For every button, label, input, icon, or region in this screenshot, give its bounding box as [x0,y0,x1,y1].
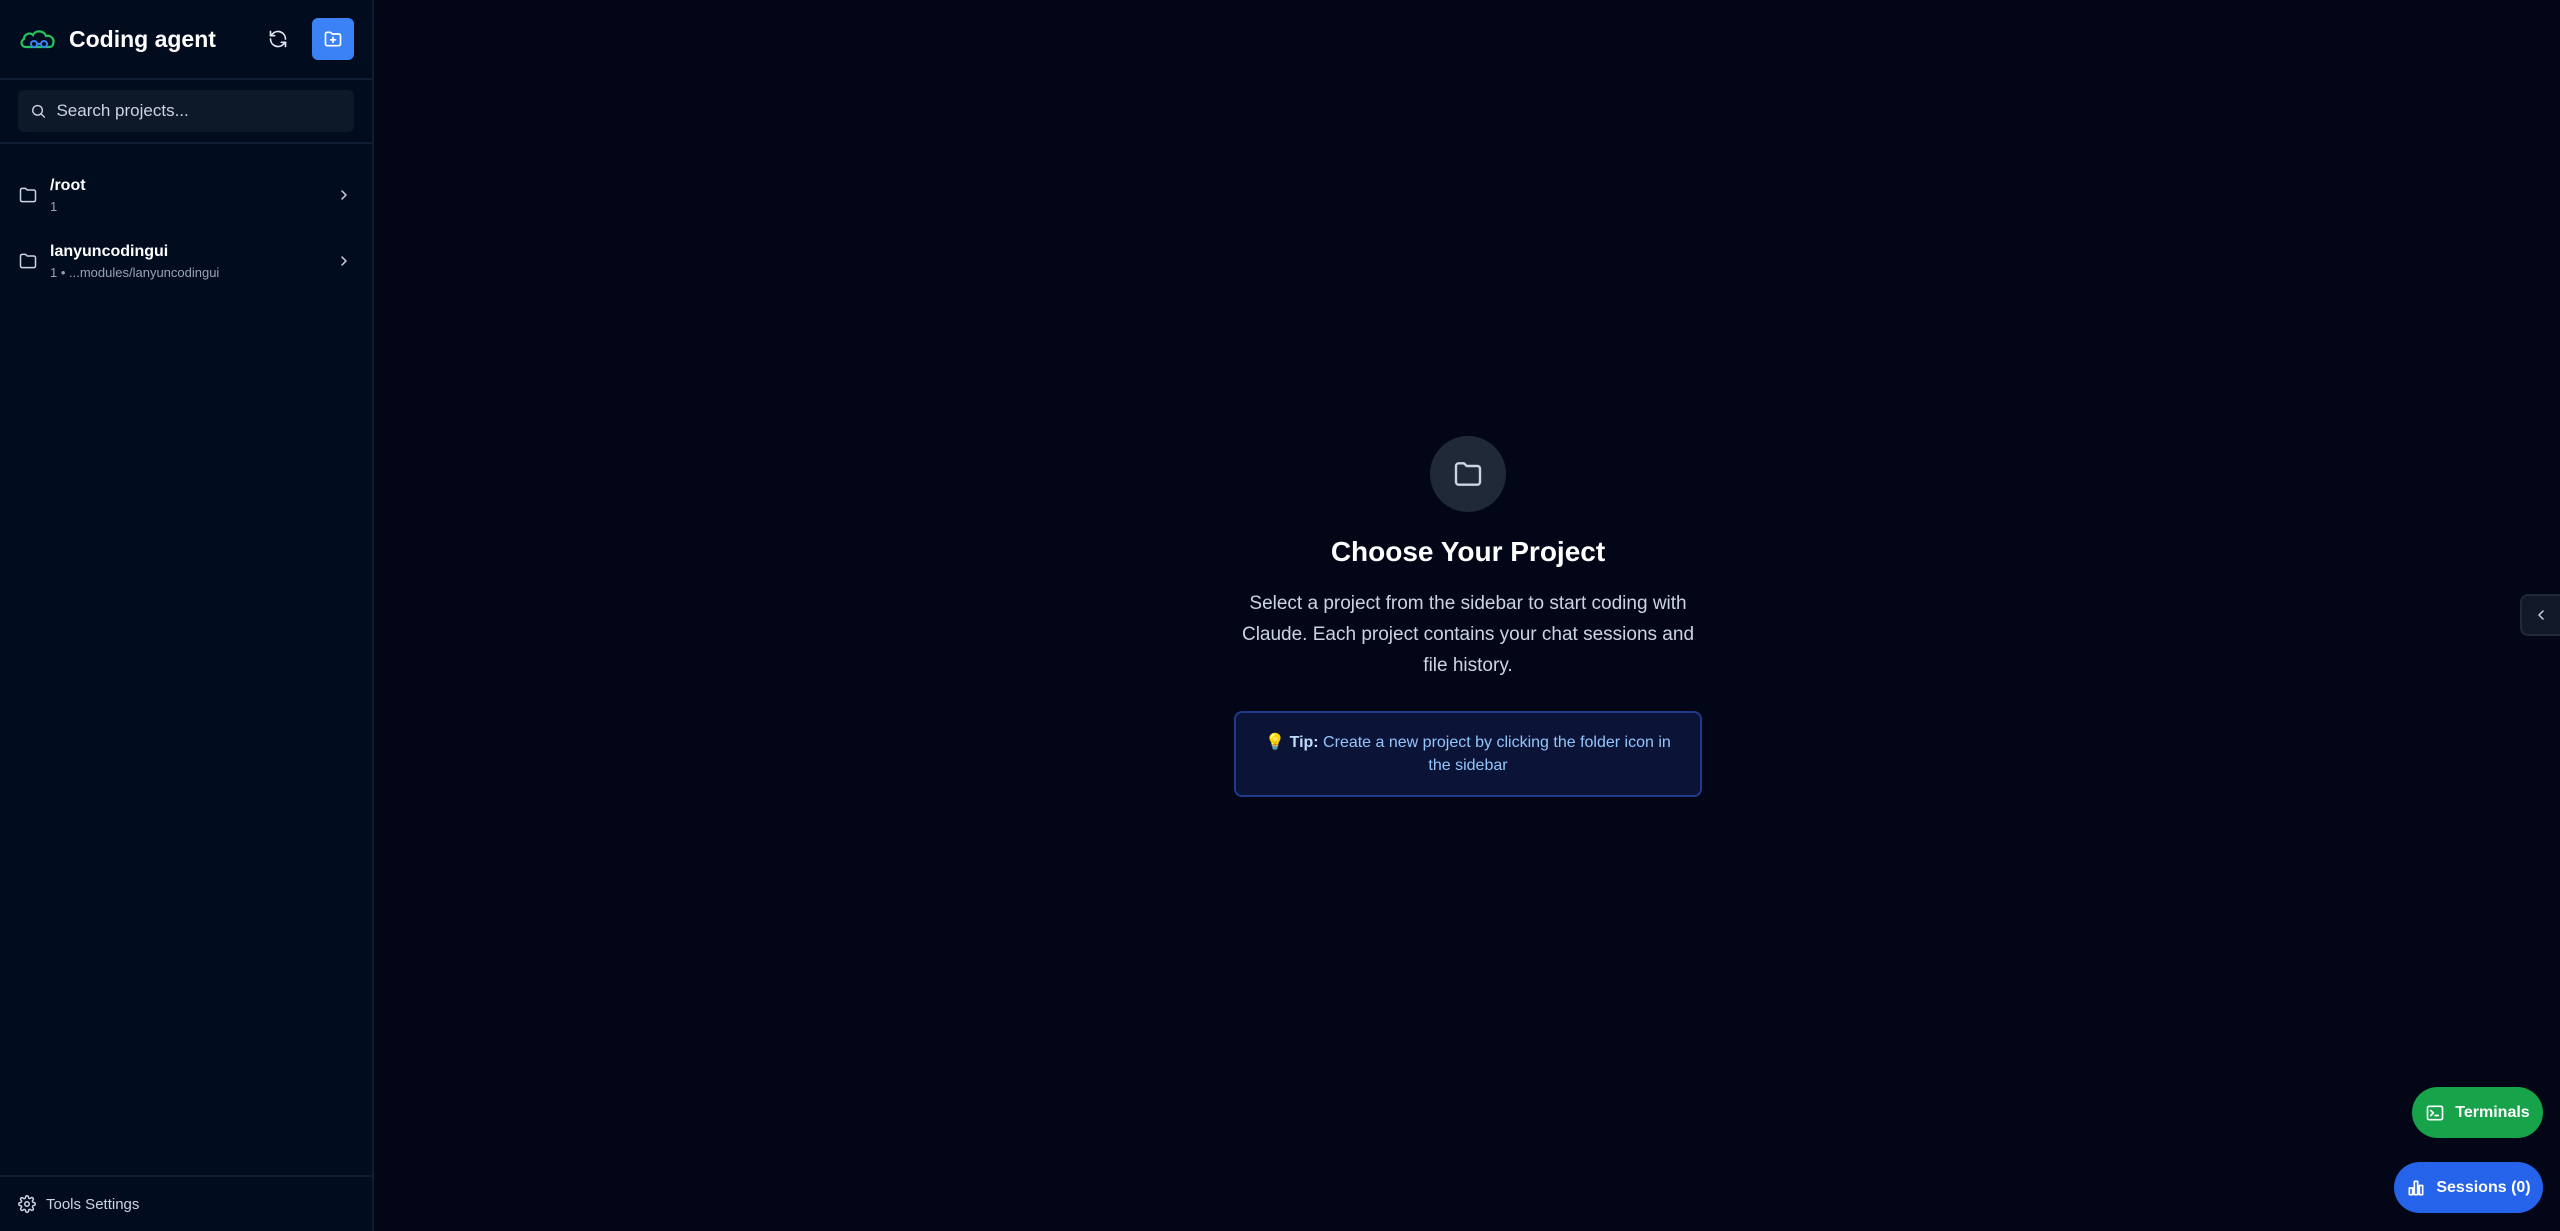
folder-icon [19,187,37,203]
new-project-button[interactable] [312,18,354,60]
sidebar-header: Coding agent [0,0,372,80]
header-actions [258,18,354,60]
cloud-agent-logo-icon [18,19,58,59]
panel-toggle-button[interactable] [2520,594,2560,636]
chevron-right-icon [341,190,347,200]
app-title: Coding agent [69,25,216,52]
bar-chart-icon [2408,1180,2424,1195]
search-box [18,90,354,132]
folder-icon [19,253,37,269]
project-meta: 1 • ...modules/lanyuncodingui [50,264,220,280]
tools-settings-button[interactable]: Tools Settings [0,1175,372,1231]
project-item-lanyuncodingui[interactable]: lanyuncodingui 1 • ...modules/lanyuncodi… [0,230,372,292]
tip-text: Create a new project by clicking the fol… [1318,734,1671,774]
lightbulb-icon: 💡 [1265,734,1286,751]
project-text: lanyuncodingui 1 • ...modules/lanyuncodi… [50,243,219,280]
refresh-icon [269,30,287,48]
project-name: /root [50,176,86,194]
tools-settings-label: Tools Settings [46,1195,140,1213]
welcome-panel: Choose Your Project Select a project fro… [1156,418,1780,844]
page-title: Choose Your Project [1330,536,1606,567]
folder-plus-icon [324,31,342,47]
chevron-left-icon [2538,610,2544,620]
terminals-button[interactable]: Terminals [2412,1087,2543,1138]
tip-label: Tip: [1289,734,1319,751]
project-text: /root 1 [50,177,86,214]
welcome-folder-circle [1430,436,1506,512]
sidebar: Coding agent Search projects... /root 1 … [0,0,374,1231]
folder-icon [1454,462,1482,486]
tip-box: 💡 Tip: Create a new project by clicking … [1234,711,1702,797]
terminals-label: Terminals [2455,1103,2530,1121]
welcome-description: Select a project from the sidebar to sta… [1241,593,1695,676]
search-section [0,80,372,144]
project-meta: 1 [50,198,58,214]
terminal-icon [2426,1105,2444,1120]
search-input[interactable] [56,101,342,121]
chevron-right-icon [341,256,347,266]
project-name: lanyuncodingui [50,242,169,260]
project-list: /root 1 lanyuncodingui 1 • ...modules/la… [0,144,372,292]
refresh-button[interactable] [258,19,298,59]
search-icon [32,104,46,118]
sessions-label: Sessions (0) [2436,1178,2531,1196]
gear-icon [18,1195,36,1213]
sessions-button[interactable]: Sessions (0) [2394,1162,2543,1213]
project-item-root[interactable]: /root 1 [0,164,372,226]
